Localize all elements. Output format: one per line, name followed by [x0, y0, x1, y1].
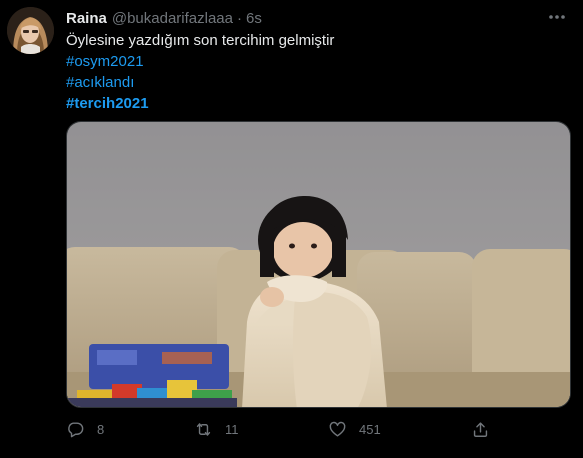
- tweet-body: Öylesine yazdığım son tercihim gelmiştir: [66, 32, 335, 49]
- reply-icon: [68, 421, 84, 437]
- like-button[interactable]: 451: [328, 416, 381, 442]
- more-icon: [549, 15, 565, 19]
- avatar-image: [7, 7, 54, 54]
- share-button[interactable]: [471, 416, 490, 442]
- author-handle[interactable]: @bukadarifazlaaa: [112, 10, 233, 27]
- hashtag-aciklandi[interactable]: #acıklandı: [66, 74, 134, 91]
- hashtag-osym2021[interactable]: #osym2021: [66, 53, 144, 70]
- action-bar: 8 11 451: [66, 416, 496, 442]
- like-icon: [329, 421, 346, 437]
- tweet-media-photo[interactable]: [66, 121, 571, 408]
- retweet-icon: [196, 422, 211, 436]
- more-button[interactable]: [547, 9, 567, 25]
- retweet-button[interactable]: 11: [194, 416, 239, 442]
- tweet-timestamp[interactable]: 6s: [246, 10, 262, 27]
- reply-count: 8: [97, 421, 105, 437]
- like-count: 451: [359, 421, 381, 437]
- tweet-header: Raina @bukadarifazlaaa · 6s: [66, 8, 553, 28]
- separator-dot: ·: [237, 9, 242, 27]
- photo-child-on-sofa: [67, 122, 570, 407]
- tweet-text: Öylesine yazdığım son tercihim gelmiştir…: [66, 30, 566, 114]
- avatar[interactable]: [7, 7, 54, 54]
- hashtag-tercih2021[interactable]: #tercih2021: [66, 95, 149, 112]
- share-icon: [473, 421, 488, 437]
- retweet-count: 11: [225, 421, 239, 437]
- author-name[interactable]: Raina: [66, 10, 107, 27]
- reply-button[interactable]: 8: [66, 416, 104, 442]
